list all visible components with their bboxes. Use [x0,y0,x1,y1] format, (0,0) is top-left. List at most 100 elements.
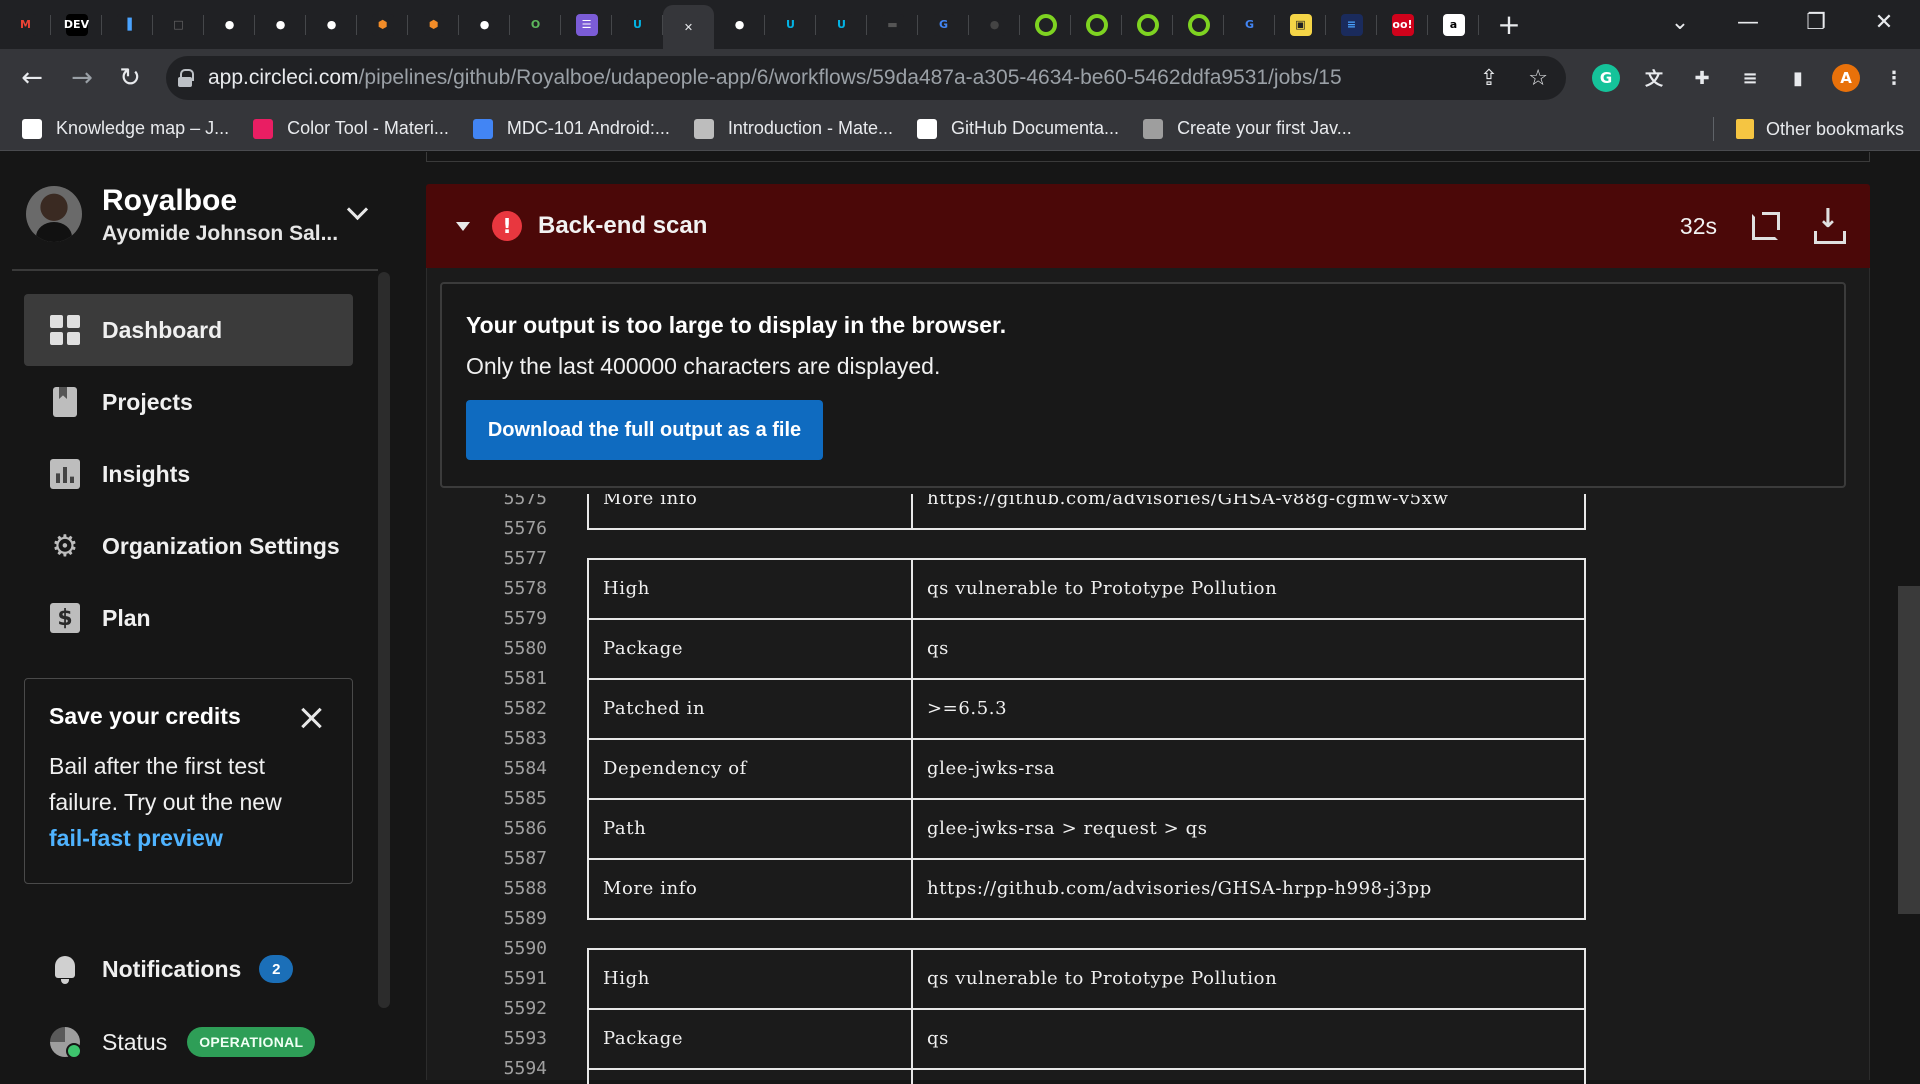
table-border [587,528,1584,530]
line-number: 5585 [503,788,547,809]
page-scrollbar[interactable] [1898,586,1920,914]
close-window-button[interactable]: ✕ [1850,0,1918,44]
reload-button[interactable]: ↻ [110,58,150,98]
favicon-icon: U [626,13,649,36]
restore-button[interactable]: ❐ [1782,0,1850,44]
sidebar-item-plan[interactable]: $ Plan [24,582,353,654]
tab-search-icon[interactable]: ⌄ [1646,0,1714,44]
dim-tab[interactable]: ● [969,0,1020,49]
favicon-icon: ☰ [575,13,598,36]
grammarly-icon[interactable]: G [1592,64,1620,92]
ring-tab-1[interactable] [1020,0,1071,49]
extensions-puzzle-icon[interactable]: ✚ [1688,64,1716,92]
o-tab[interactable]: O [510,0,561,49]
line-number: 5577 [503,548,547,569]
github-tab-3[interactable]: ● [306,0,357,49]
avatar [26,186,82,242]
log-cell-key: Dependency of [603,758,747,779]
gear-icon: ⚙ [51,528,79,564]
cube-tab-2[interactable]: ⬢ [408,0,459,49]
download-icon[interactable] [1812,204,1846,244]
bookmark-favicon-icon [916,118,937,139]
address-bar[interactable]: app.circleci.com/pipelines/github/Royalb… [166,56,1566,100]
table-border [911,724,913,754]
amazon-tab[interactable]: a [1428,0,1479,49]
side-panel-icon[interactable]: ▮ [1784,64,1812,92]
favicon-icon: ⬢ [422,13,445,36]
notice-text: Only the last 400000 characters are disp… [466,353,941,379]
sidebar-scrollbar[interactable] [378,272,390,1008]
github-tab-5[interactable]: ● [714,0,765,49]
table-border [911,694,913,724]
lock-icon[interactable] [178,69,194,87]
bell-icon [50,954,80,984]
gmail-tab[interactable]: M [0,0,51,49]
status-link[interactable]: Status OPERATIONAL [50,1020,380,1064]
forward-button[interactable]: → [62,58,102,98]
udacity-tab-1[interactable]: U [612,0,663,49]
user-switcher[interactable]: Royalboe Ayomide Johnson Sal... [26,180,376,250]
ring-tab-3[interactable] [1122,0,1173,49]
google-tab-2[interactable]: G [1224,0,1275,49]
favicon-icon: ● [269,13,292,36]
ring-favicon-icon [1136,13,1159,36]
log-output[interactable]: 5575 More info https://github.com/advisori… [427,494,1871,1084]
notifications-link[interactable]: Notifications 2 [50,947,380,991]
close-icon[interactable] [300,707,322,729]
collapse-caret-icon[interactable] [456,221,470,231]
profile-avatar[interactable]: A [1832,64,1860,92]
log-cell-value: glee-jwks-rsa [927,758,1056,779]
bookmark-star-icon[interactable]: ☆ [1528,66,1548,91]
bookmark-color-tool[interactable]: Color Tool - Materi... [253,118,449,139]
google-tab-1[interactable]: G [918,0,969,49]
bookmark-list: Knowledge map – J... Color Tool - Materi.… [22,118,1376,139]
table-border [1584,844,1586,874]
circleci-tab-active[interactable]: ✕ [663,5,714,49]
other-bookmarks[interactable]: Other bookmarks [1735,107,1904,151]
udacity-tab-2[interactable]: U [765,0,816,49]
stats-tab[interactable]: ▐ [102,0,153,49]
yellow-tab[interactable]: ▣ [1275,0,1326,49]
sidebar-item-dashboard[interactable]: Dashboard [24,294,353,366]
bookmark-knowledge-map[interactable]: Knowledge map – J... [22,118,229,139]
ring-tab-2[interactable] [1071,0,1122,49]
back-button[interactable]: ← [12,58,52,98]
udacity-tab-3[interactable]: U [816,0,867,49]
sidebar-item-projects[interactable]: Projects [24,366,353,438]
sidebar-item-insights[interactable]: Insights [24,438,353,510]
notes-tab[interactable]: ☰ [561,0,612,49]
translate-icon[interactable]: 文 [1640,64,1668,92]
sidebar-item-organization-settings[interactable]: ⚙ Organization Settings [24,510,353,582]
new-tab-button[interactable]: + [1487,3,1531,47]
github-tab-1[interactable]: ● [204,0,255,49]
cube-tab-1[interactable]: ⬢ [357,0,408,49]
step-header[interactable]: ! Back-end scan 32s [426,184,1870,268]
minimize-button[interactable]: — [1714,0,1782,44]
oo-tab[interactable]: oo! [1377,0,1428,49]
table-border [1584,694,1586,724]
chevron-down-icon[interactable] [346,200,370,224]
github-tab-4[interactable]: ● [459,0,510,49]
bookmark-github-docs[interactable]: GitHub Documenta... [916,118,1119,139]
ring-tab-4[interactable] [1173,0,1224,49]
fail-fast-preview-link[interactable]: fail-fast preview [49,825,223,851]
folder-tab[interactable]: ▬ [867,0,918,49]
browser-menu-icon[interactable]: ⋮ [1880,64,1908,92]
log-line: 5587 [427,844,1627,874]
status-gauge-icon [50,1027,82,1059]
open-external-arrow-icon[interactable] [1762,212,1780,230]
bookmark-create-java[interactable]: Create your first Jav... [1143,118,1352,139]
url-text[interactable]: app.circleci.com/pipelines/github/Royalb… [208,66,1342,90]
reading-list-icon[interactable]: ≡ [1736,64,1764,92]
blue-tab[interactable]: ≡ [1326,0,1377,49]
bookmark-label: Introduction - Mate... [727,118,893,138]
github-tab-2[interactable]: ● [255,0,306,49]
blank-tab[interactable]: □ [153,0,204,49]
table-border [1584,514,1586,530]
favicon-icon: ▣ [1289,13,1312,36]
share-icon[interactable]: ⇪ [1480,66,1498,91]
bookmark-introduction[interactable]: Introduction - Mate... [693,118,893,139]
bookmark-mdc-101[interactable]: MDC-101 Android:... [472,118,670,139]
download-full-output-button[interactable]: Download the full output as a file [466,400,823,460]
dev-tab[interactable]: DEV [51,0,102,49]
